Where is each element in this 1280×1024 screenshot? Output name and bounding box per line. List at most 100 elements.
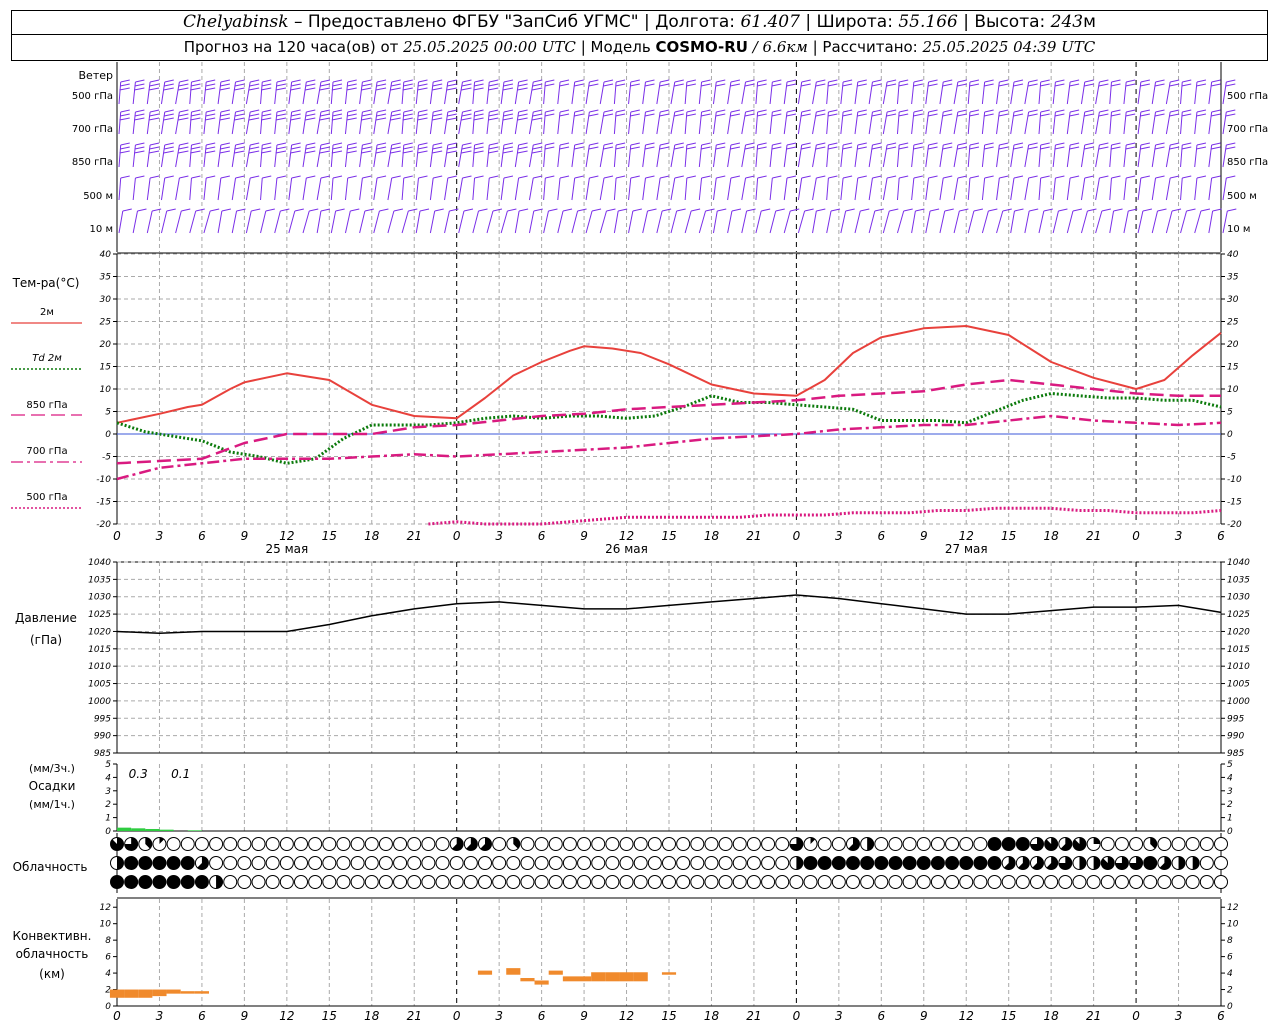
wind-barb-staff bbox=[1052, 210, 1059, 234]
conv-panel-title: облачность bbox=[16, 947, 89, 961]
wind-barb-flag bbox=[473, 83, 484, 87]
wind-barb-flag bbox=[715, 83, 726, 87]
wind-barb-flag bbox=[686, 142, 696, 146]
cloud-symbol bbox=[916, 837, 931, 851]
wind-barb-staff bbox=[684, 210, 692, 234]
cloud-circle bbox=[633, 837, 648, 851]
wind-barb-flag bbox=[320, 142, 331, 146]
cloud-symbol bbox=[265, 856, 280, 870]
temp-day-label: 25 мая bbox=[265, 542, 308, 556]
wind-barb bbox=[1208, 79, 1221, 105]
conv-hour-label: 15 bbox=[322, 1009, 337, 1023]
wind-barb-flag bbox=[1210, 146, 1221, 150]
cloud-symbol bbox=[945, 875, 960, 889]
cloud-symbol bbox=[647, 875, 662, 889]
wind-barb bbox=[1109, 208, 1123, 234]
wind-barb-flag bbox=[1126, 175, 1136, 179]
wind-barb-flag bbox=[376, 83, 387, 87]
cloud-symbol bbox=[562, 875, 577, 889]
wind-barb-staff bbox=[628, 210, 634, 234]
wind-barb-flag bbox=[517, 113, 528, 117]
wind-barb-staff bbox=[260, 210, 267, 234]
temp-ytick-label: 15 bbox=[100, 363, 112, 373]
cloud-circle bbox=[633, 875, 648, 889]
wind-barb-flag bbox=[1155, 109, 1165, 113]
wind-barb bbox=[628, 208, 642, 234]
wind-barb-flag bbox=[969, 79, 980, 83]
wind-barb-flag bbox=[1110, 83, 1121, 87]
wind-barb bbox=[712, 142, 726, 168]
wind-barb-flag bbox=[332, 83, 343, 87]
wind-barb-flag bbox=[517, 117, 528, 121]
wind-barb bbox=[344, 208, 360, 234]
cloud-circle bbox=[520, 837, 535, 851]
wind-barb-flag bbox=[249, 146, 260, 150]
wind-barb bbox=[1123, 79, 1136, 105]
wind-barb bbox=[344, 142, 357, 168]
cloud-symbol bbox=[322, 875, 337, 889]
wind-barb-staff bbox=[854, 111, 859, 135]
wind-barb-staff bbox=[1038, 177, 1042, 201]
conv-bar bbox=[562, 976, 577, 982]
cloud-symbol bbox=[336, 837, 351, 851]
wind-barb-flag bbox=[1084, 142, 1094, 146]
wind-barb-flag bbox=[346, 87, 357, 91]
wind-barb-flag bbox=[842, 146, 853, 150]
wind-barb bbox=[543, 142, 555, 168]
wind-barb-flag bbox=[674, 109, 684, 113]
cloud-symbol bbox=[605, 837, 620, 851]
wind-barb-flag bbox=[276, 146, 287, 150]
wind-barb bbox=[585, 142, 599, 168]
cloud-symbol bbox=[1129, 856, 1144, 870]
wind-barb-flag bbox=[166, 208, 176, 212]
wind-barb-staff bbox=[599, 111, 605, 135]
wind-barb-staff bbox=[599, 177, 605, 201]
wind-barb-staff bbox=[1194, 177, 1198, 201]
wind-barb bbox=[373, 79, 387, 105]
wind-level-label-right: 700 гПа bbox=[1227, 124, 1268, 135]
wind-barb-flag bbox=[872, 175, 882, 179]
wind-barb-flag bbox=[559, 142, 570, 146]
wind-barb-staff bbox=[882, 177, 888, 201]
wind-barb-staff bbox=[160, 144, 166, 168]
wind-barb-staff bbox=[203, 210, 211, 234]
wind-barb-staff bbox=[1137, 144, 1142, 168]
cloud-circle bbox=[930, 837, 945, 851]
wind-barb-flag bbox=[220, 83, 230, 87]
conv-panel-title: Конвективн. bbox=[13, 929, 92, 943]
wind-barb bbox=[1080, 109, 1094, 135]
wind-barb-flag bbox=[178, 146, 189, 150]
wind-barb-staff bbox=[1208, 81, 1213, 105]
wind-barb-flag bbox=[417, 87, 428, 91]
cloud-symbol bbox=[534, 875, 549, 889]
wind-barb-flag bbox=[335, 208, 345, 212]
wind-barb bbox=[1194, 79, 1207, 105]
wind-barb-staff bbox=[528, 144, 534, 168]
conv-bar bbox=[633, 972, 648, 982]
wind-barb bbox=[712, 175, 726, 201]
temp-ytick-label: 10 bbox=[100, 385, 112, 395]
cloud-circle bbox=[279, 875, 294, 889]
cloud-circle bbox=[1044, 875, 1059, 889]
wind-barb bbox=[132, 142, 145, 168]
cloud-symbol bbox=[633, 837, 648, 851]
cloud-symbol bbox=[860, 856, 875, 870]
wind-barb-flag bbox=[347, 113, 357, 117]
wind-barb-staff bbox=[231, 81, 237, 105]
wind-barb-staff bbox=[316, 210, 322, 234]
wind-barb bbox=[727, 142, 741, 168]
wind-barb-staff bbox=[1038, 210, 1045, 234]
conv-bar bbox=[477, 970, 493, 975]
wind-barb-flag bbox=[1027, 146, 1038, 150]
conv-hour-label: 18 bbox=[704, 1009, 720, 1023]
cloud-symbol bbox=[1072, 856, 1087, 870]
cloud-symbol bbox=[209, 837, 224, 851]
wind-barb bbox=[1066, 142, 1080, 168]
wind-barb-flag bbox=[190, 117, 201, 121]
wind-barb-flag bbox=[402, 150, 413, 154]
wind-barb-flag bbox=[204, 150, 216, 154]
wind-barb-flag bbox=[1084, 109, 1094, 113]
cloud-circle bbox=[378, 837, 393, 851]
wind-barb bbox=[628, 142, 640, 168]
wind-barb-flag bbox=[1225, 83, 1236, 87]
